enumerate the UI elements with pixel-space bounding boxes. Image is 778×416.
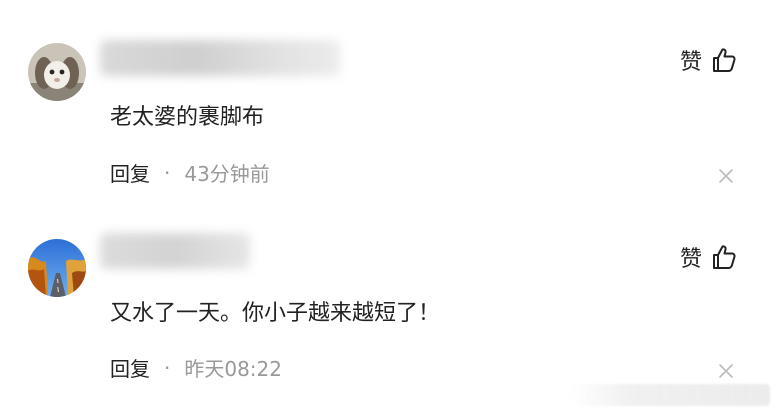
like-button[interactable]: 赞 (680, 44, 738, 76)
autumn-road-avatar-icon (28, 239, 86, 297)
reply-button[interactable]: 回复 (110, 158, 150, 187)
thumbs-up-icon (710, 243, 738, 271)
user-avatar[interactable] (28, 239, 86, 297)
watermark-blurred (570, 384, 770, 406)
comment-item: 赞 老太婆的裹脚布 回复 · 43分钟前 (0, 0, 778, 195)
rabbit-avatar-icon (28, 43, 86, 101)
comment-text: 老太婆的裹脚布 (110, 105, 265, 130)
comment-item: 赞 又水了一天。你小子越来越短了！ 回复 · 昨天08:22 (0, 195, 778, 390)
comment-time: 43分钟前 (184, 162, 270, 186)
close-icon[interactable] (718, 168, 734, 184)
comment-text: 又水了一天。你小子越来越短了！ (110, 301, 441, 326)
user-avatar[interactable] (28, 43, 86, 101)
reply-button[interactable]: 回复 (110, 353, 150, 382)
thumbs-up-icon (710, 46, 738, 74)
username-blurred (100, 40, 340, 76)
separator-dot: · (164, 355, 171, 380)
like-label: 赞 (679, 50, 702, 75)
like-label: 赞 (679, 247, 702, 272)
comment-time: 昨天08:22 (184, 357, 282, 381)
username-blurred (100, 233, 250, 269)
comment-meta: 回复 · 昨天08:22 (110, 353, 282, 382)
separator-dot: · (164, 160, 171, 185)
like-button[interactable]: 赞 (680, 241, 738, 273)
close-icon[interactable] (718, 363, 734, 379)
comment-meta: 回复 · 43分钟前 (110, 158, 270, 187)
